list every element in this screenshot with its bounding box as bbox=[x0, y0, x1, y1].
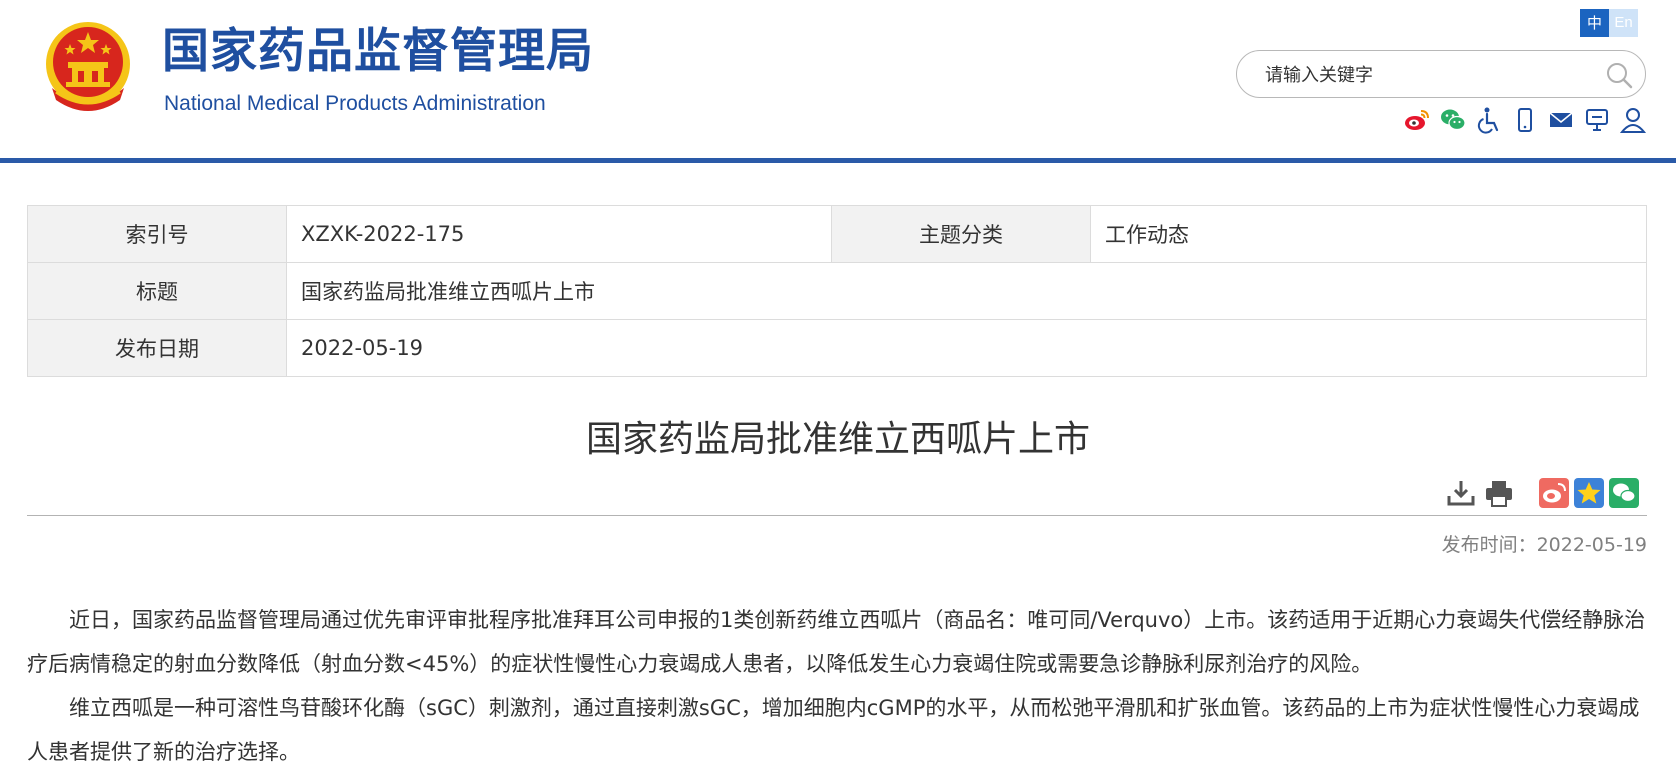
search-icon[interactable] bbox=[1605, 61, 1633, 89]
index-label: 索引号 bbox=[27, 205, 287, 263]
site-header: 国家药品监督管理局 National Medical Products Admi… bbox=[0, 0, 1676, 163]
title-label: 标题 bbox=[27, 262, 287, 320]
header-divider bbox=[0, 158, 1676, 163]
mobile-icon[interactable] bbox=[1511, 106, 1539, 134]
language-switcher: 中 En bbox=[1580, 9, 1638, 37]
publish-time: 发布时间：2022-05-19 bbox=[1441, 534, 1647, 556]
accessibility-icon[interactable] bbox=[1475, 106, 1503, 134]
date-value: 2022-05-19 bbox=[286, 319, 1647, 377]
article-body: 近日，国家药品监督管理局通过优先审评审批程序批准拜耳公司申报的1类创新药维立西呱… bbox=[27, 598, 1647, 774]
category-label: 主题分类 bbox=[831, 205, 1091, 263]
header-tool-icons bbox=[1403, 106, 1647, 134]
table-row: 索引号 XZXK-2022-175 主题分类 工作动态 bbox=[27, 205, 1647, 263]
site-logo-chinese[interactable]: 国家药品监督管理局 bbox=[162, 28, 594, 75]
feedback-icon[interactable] bbox=[1583, 106, 1611, 134]
document-info-table: 索引号 XZXK-2022-175 主题分类 工作动态 标题 国家药监局批准维立… bbox=[27, 205, 1647, 377]
mail-icon[interactable] bbox=[1547, 106, 1575, 134]
date-label: 发布日期 bbox=[27, 319, 287, 377]
table-row: 发布日期 2022-05-19 bbox=[27, 319, 1647, 377]
article-paragraph: 维立西呱是一种可溶性鸟苷酸环化酶（sGC）刺激剂，通过直接刺激sGC，增加细胞内… bbox=[27, 696, 1640, 764]
site-logo-english[interactable]: National Medical Products Administration bbox=[164, 92, 546, 116]
title-value: 国家药监局批准维立西呱片上市 bbox=[286, 262, 1647, 320]
search-input[interactable] bbox=[1263, 61, 1587, 89]
lang-chinese-button[interactable]: 中 bbox=[1580, 9, 1609, 37]
article-paragraph: 近日，国家药品监督管理局通过优先审评审批程序批准拜耳公司申报的1类创新药维立西呱… bbox=[27, 608, 1646, 676]
title-divider bbox=[27, 515, 1647, 516]
table-row: 标题 国家药监局批准维立西呱片上市 bbox=[27, 262, 1647, 320]
download-icon[interactable] bbox=[1446, 478, 1476, 508]
search-box bbox=[1236, 50, 1646, 98]
article-title: 国家药监局批准维立西呱片上市 bbox=[585, 419, 1090, 460]
print-icon[interactable] bbox=[1484, 478, 1514, 508]
wechat-icon[interactable] bbox=[1439, 106, 1467, 134]
user-icon[interactable] bbox=[1619, 106, 1647, 134]
weibo-icon[interactable] bbox=[1403, 106, 1431, 134]
share-weibo-icon[interactable] bbox=[1539, 478, 1569, 508]
national-emblem-icon bbox=[46, 22, 130, 111]
lang-english-button[interactable]: En bbox=[1609, 9, 1638, 37]
category-value: 工作动态 bbox=[1090, 205, 1647, 263]
share-wechat-icon[interactable] bbox=[1609, 478, 1639, 508]
index-value: XZXK-2022-175 bbox=[286, 205, 832, 263]
share-favorite-icon[interactable] bbox=[1574, 478, 1604, 508]
